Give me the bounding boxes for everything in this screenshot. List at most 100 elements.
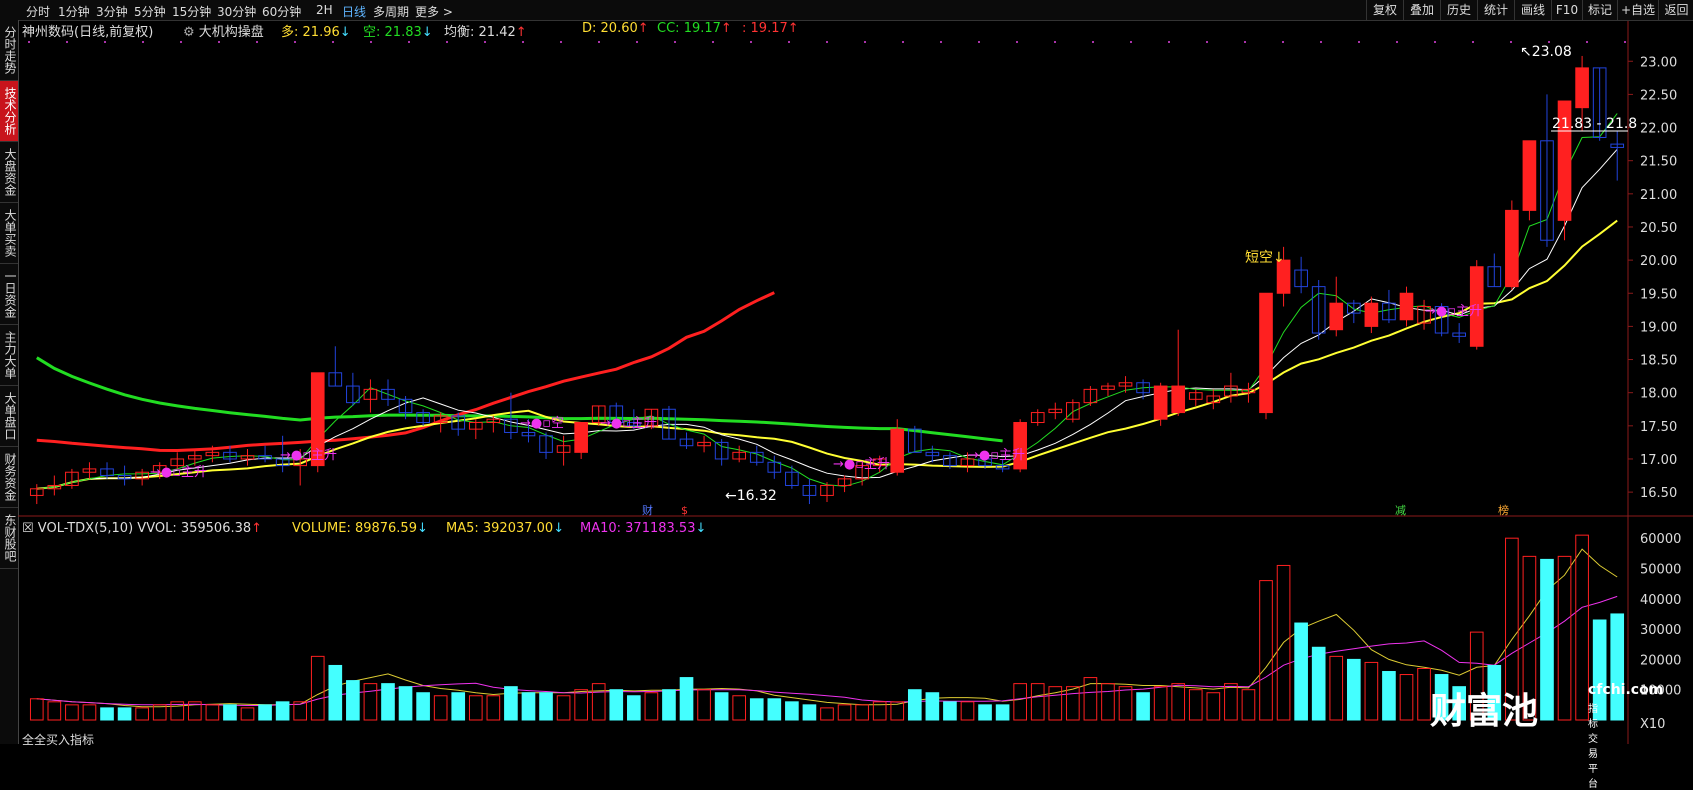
grid-dot (750, 41, 752, 43)
candle-body (574, 422, 588, 453)
volume-bar (1030, 683, 1045, 721)
volume-bar (135, 707, 149, 721)
volume-bar (275, 701, 290, 721)
volume-bar (679, 677, 694, 721)
volume-bar (591, 683, 606, 721)
grid-dot (1206, 41, 1208, 43)
period-tab-fenshi[interactable]: 分时 (26, 3, 50, 20)
volume-bar (1294, 622, 1308, 721)
volume-bar (644, 692, 659, 721)
candle-body (1575, 67, 1589, 109)
price-tick-label: 21.00 (1640, 188, 1677, 203)
price-tick-label: 23.00 (1640, 55, 1677, 70)
volume-tick-label: 30000 (1640, 623, 1681, 638)
period-tab-2h[interactable]: 2H (316, 3, 333, 17)
volume-bar (310, 655, 325, 721)
period-tab-3min[interactable]: 3分钟 (96, 3, 128, 20)
grid-dot (636, 41, 638, 43)
volume-bar (1382, 671, 1396, 721)
grid-dot (1472, 41, 1474, 43)
period-tab-multi[interactable]: 多周期 (373, 3, 409, 20)
period-tab-daily[interactable]: 日线 (342, 3, 366, 20)
period-tab-more[interactable]: 更多 > (415, 3, 453, 20)
sidebar-tab-main-force[interactable]: 主力大单 (0, 325, 18, 386)
sidebar-tab-finance[interactable]: 财务资金 (0, 447, 18, 508)
grid-dot (294, 41, 296, 43)
grid-dot (1054, 41, 1056, 43)
volume-bar (1066, 686, 1080, 721)
volume-bars (29, 534, 1625, 721)
volume-bar (907, 689, 922, 721)
volume-bar (1153, 686, 1168, 721)
volume-bar (29, 698, 44, 721)
sidebar-tab-day-fund[interactable]: 一日资金 (0, 264, 18, 325)
price-tick-label: 20.00 (1640, 254, 1677, 269)
period-tab-15min[interactable]: 15分钟 (172, 3, 211, 20)
volume-bar (328, 664, 343, 721)
volume-bar (1241, 689, 1256, 721)
chart-grid (18, 21, 1693, 744)
logo-url: cfchi.com (1588, 682, 1664, 698)
stats-button[interactable]: 统计 (1477, 0, 1514, 20)
sidebar-tab-big-order-trade[interactable]: 大单买卖 (0, 203, 18, 264)
volume-bar (662, 689, 676, 721)
grid-dot (1092, 41, 1094, 43)
main-rise-signal: →●▫主升 (1425, 304, 1482, 319)
period-tab-1min[interactable]: 1分钟 (58, 3, 90, 20)
grid-dot (1358, 41, 1360, 43)
volume-bar (416, 692, 430, 721)
sidebar-tab-technical[interactable]: 技术分析 (0, 81, 18, 142)
sidebar-tab-forum[interactable]: 东财股吧 (0, 508, 18, 569)
kline-chart[interactable]: 23.00 22.50 22.00 21.50 21.00 20.50 20.00 19.50… (18, 21, 1693, 744)
price-tick-label: 17.50 (1640, 420, 1677, 435)
volume-bar (714, 692, 729, 721)
grid-dot (1130, 41, 1132, 43)
volume-bar (1329, 655, 1344, 721)
overlay-button[interactable]: 叠加 (1403, 0, 1440, 20)
volume-bar (117, 707, 132, 721)
grid-dot (1396, 41, 1398, 43)
candle-body (1364, 302, 1379, 327)
price-tick-label: 16.50 (1640, 486, 1677, 501)
volume-bar (521, 692, 536, 721)
back-button[interactable]: 返回 (1658, 0, 1693, 20)
volume-bar (1575, 534, 1589, 721)
logo-sub: 指标交易平台 (1588, 704, 1598, 790)
volume-bar (820, 707, 834, 721)
sidebar-tab-order-book[interactable]: 大单盘口 (0, 386, 18, 447)
reduce-marker: 减 (1395, 504, 1406, 517)
price-tick-label: 18.50 (1640, 354, 1677, 369)
indicator-lines (36, 113, 1618, 708)
grid-dot (446, 41, 448, 43)
candle-body (1259, 292, 1273, 414)
volume-bar (802, 704, 817, 721)
period-tab-5min[interactable]: 5分钟 (134, 3, 166, 20)
period-tab-60min[interactable]: 60分钟 (262, 3, 301, 20)
period-tab-30min[interactable]: 30分钟 (217, 3, 256, 20)
short-signal-label: 短空↓ (1245, 250, 1285, 266)
history-button[interactable]: 历史 (1440, 0, 1477, 20)
volume-bar (995, 704, 1010, 721)
add-watchlist-button[interactable]: +自选 (1617, 0, 1658, 20)
draw-line-button[interactable]: 画线 (1514, 0, 1551, 20)
candle-body (1399, 292, 1414, 321)
price-tick-label: 22.50 (1640, 88, 1677, 103)
grid-dot (978, 41, 980, 43)
grid-dot (1624, 41, 1626, 43)
adjust-button[interactable]: 复权 (1366, 0, 1403, 20)
mark-button[interactable]: 标记 (1582, 0, 1617, 20)
grid-dot (1282, 41, 1284, 43)
sidebar-tab-market-fund[interactable]: 大盘资金 (0, 142, 18, 203)
f10-button[interactable]: F10 (1551, 0, 1582, 20)
volume-bar (574, 689, 588, 721)
volume-bar (1364, 661, 1379, 721)
grid-dot (902, 41, 904, 43)
grid-dot (28, 41, 30, 43)
volume-bar (1610, 613, 1625, 721)
volume-bar (627, 695, 641, 721)
grid-dot (218, 41, 220, 43)
candle-body (890, 428, 905, 473)
volume-bar (240, 707, 255, 721)
sidebar-tab-intraday[interactable]: 分时走势 (0, 20, 18, 81)
volume-tick-label: 60000 (1640, 532, 1681, 547)
